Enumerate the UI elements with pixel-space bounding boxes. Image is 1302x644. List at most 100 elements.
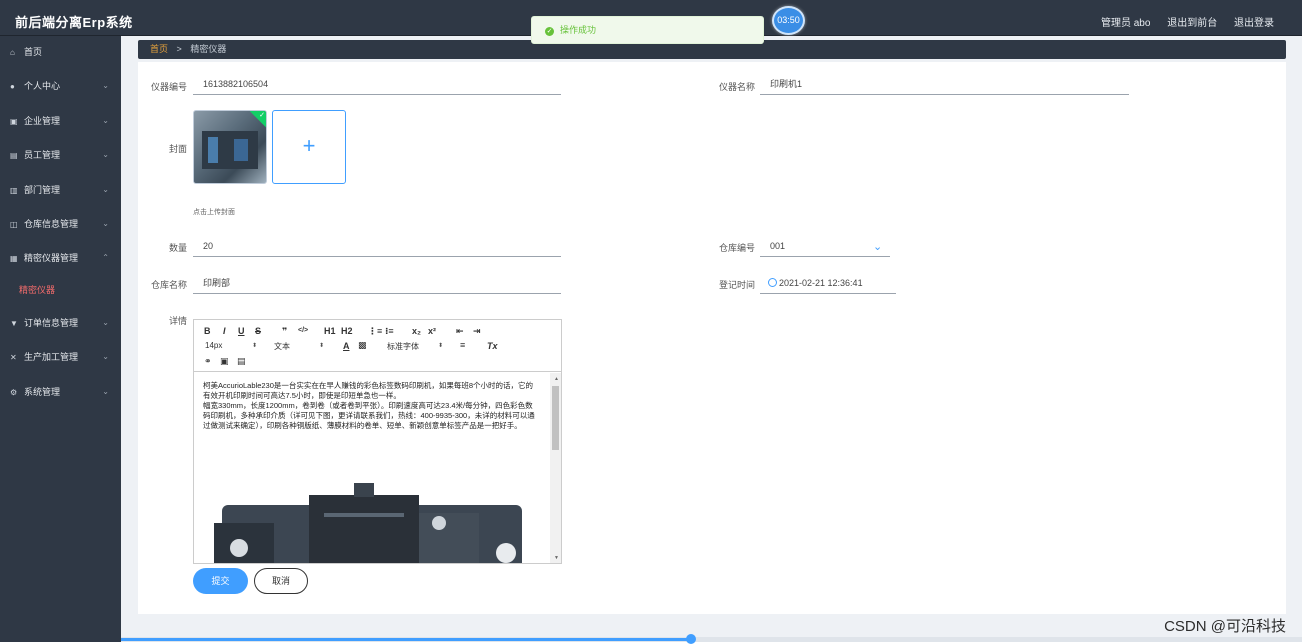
quantity-label: 数量: [168, 243, 187, 253]
quote-button[interactable]: ❞: [282, 326, 287, 337]
warehouse-no-label: 仓库编号: [718, 243, 755, 253]
align-left-icon[interactable]: ≡: [460, 340, 465, 350]
user-menu: 管理员 abo 退出到前台 退出登录: [1087, 14, 1274, 29]
toast-message: 操作成功: [560, 25, 597, 35]
chevron-down-icon: ⌄: [102, 184, 109, 194]
sidebar-item-enterprise[interactable]: ▣ 企业管理 ⌄: [0, 105, 121, 139]
check-icon: ✓: [259, 112, 265, 119]
video-icon[interactable]: ▤: [237, 356, 246, 367]
machine-detail: [208, 137, 218, 163]
settings-icon: ⚙: [10, 387, 18, 397]
cover-label: 封面: [168, 144, 187, 154]
copy-icon: ◫: [10, 219, 18, 229]
scroll-up-icon[interactable]: ▲: [554, 376, 559, 382]
editor-content[interactable]: 柯美AccurioLable230是一台实实在在早人赚钱的彩色标签数码印刷机，如…: [194, 373, 549, 563]
underline-button[interactable]: U: [238, 326, 245, 336]
sidebar-subitem-instrument[interactable]: 精密仪器: [0, 277, 121, 307]
editor-paragraph: 柯美AccurioLable230是一台实实在在早人赚钱的彩色标签数码印刷机，如…: [203, 381, 534, 400]
sidebar-item-order[interactable]: ▼ 订单信息管理 ⌄: [0, 307, 121, 341]
scroll-down-icon[interactable]: ▼: [554, 555, 559, 561]
ordered-list-button[interactable]: ⋮≡: [368, 326, 382, 337]
sidebar-item-label: 企业管理: [24, 115, 61, 126]
text-type-select[interactable]: 文本 ⬍: [274, 341, 329, 352]
bold-button[interactable]: B: [204, 326, 211, 336]
upload-add-button[interactable]: +: [272, 110, 346, 184]
success-toast: ✓ 操作成功: [531, 16, 764, 44]
sidebar-item-label: 仓库信息管理: [24, 218, 79, 229]
chevron-down-icon[interactable]: ⌄: [873, 240, 882, 253]
bottom-progress-bar[interactable]: [121, 634, 1302, 644]
logout-link[interactable]: 退出登录: [1234, 18, 1274, 29]
strike-button[interactable]: S: [255, 326, 261, 336]
editor-paragraph: 幅宽330mm，长度1200mm，卷到卷（或者卷到平张）。印刷速度高可达23.4…: [203, 401, 535, 430]
sidebar-item-label: 个人中心: [24, 81, 61, 92]
sidebar-item-home[interactable]: ⌂ 首页: [0, 36, 121, 70]
image-icon[interactable]: ▣: [220, 356, 229, 367]
app-title: 前后端分离Erp系统: [15, 15, 133, 30]
h2-button[interactable]: H2: [341, 326, 353, 336]
sidebar-item-system[interactable]: ⚙ 系统管理 ⌄: [0, 376, 121, 410]
sidebar-item-label: 首页: [24, 47, 43, 57]
bar-chart-icon: ▥: [10, 185, 18, 195]
font-color-button[interactable]: A: [343, 341, 350, 351]
instrument-no-input[interactable]: 1613882106504: [193, 75, 561, 95]
clear-format-button[interactable]: Tx: [487, 341, 498, 351]
h1-button[interactable]: H1: [324, 326, 336, 336]
chevron-down-icon: ⌄: [102, 81, 109, 91]
link-icon[interactable]: ⚭: [204, 356, 212, 367]
breadcrumb-home[interactable]: 首页: [150, 44, 168, 54]
progress-knob[interactable]: [686, 634, 696, 644]
factory-icon: ✕: [10, 353, 17, 363]
font-family-value: 标准字体: [387, 342, 419, 351]
font-family-select[interactable]: 标准字体 ⬍: [387, 341, 447, 352]
submit-button[interactable]: 提交: [193, 568, 248, 594]
warehouse-no-select[interactable]: 001: [760, 237, 890, 257]
code-button[interactable]: </>: [298, 327, 308, 334]
id-card-icon: ▤: [10, 151, 18, 161]
indent-in-button[interactable]: ⇥: [473, 326, 481, 337]
subscript-button[interactable]: x₂: [412, 326, 421, 336]
register-time-picker[interactable]: 2021-02-21 12:36:41: [760, 274, 896, 294]
indent-out-button[interactable]: ⇤: [456, 326, 464, 337]
rich-text-editor: B I U S ❞ </> H1 H2 ⋮≡ ⁝≡ x₂ x² ⇤ ⇥ 14px…: [193, 319, 562, 564]
instrument-name-input[interactable]: 印刷机1: [760, 75, 1129, 95]
instrument-icon: ▦: [10, 254, 18, 264]
sidebar-item-employee[interactable]: ▤ 员工管理 ⌄: [0, 139, 121, 173]
italic-button[interactable]: I: [223, 326, 226, 336]
chevron-down-icon: ⌄: [102, 352, 109, 362]
scrollbar-thumb[interactable]: [552, 386, 559, 450]
clock-icon: [768, 278, 777, 287]
chevron-down-icon: ⌄: [102, 150, 109, 160]
breadcrumb-separator: >: [176, 44, 182, 54]
chevron-down-icon: ⌄: [102, 218, 109, 228]
back-to-front-link[interactable]: 退出到前台: [1167, 18, 1217, 29]
background-color-icon[interactable]: ▩: [358, 340, 367, 351]
editor-toolbar: B I U S ❞ </> H1 H2 ⋮≡ ⁝≡ x₂ x² ⇤ ⇥ 14px…: [194, 320, 561, 372]
chevron-down-icon: ⌄: [102, 115, 109, 125]
timer-badge[interactable]: 03:50: [772, 6, 805, 35]
superscript-button[interactable]: x²: [428, 326, 436, 336]
cover-image[interactable]: ✓: [193, 110, 267, 184]
sidebar-item-warehouse[interactable]: ◫ 仓库信息管理 ⌄: [0, 208, 121, 242]
detail-label: 详情: [168, 316, 187, 326]
select-arrows-icon: ⬍: [319, 343, 325, 349]
sidebar-item-department[interactable]: ▥ 部门管理 ⌄: [0, 174, 121, 208]
success-icon: ✓: [545, 27, 554, 36]
select-arrows-icon: ⬍: [438, 343, 444, 349]
instrument-no-label: 仪器编号: [150, 82, 187, 92]
warehouse-name-input[interactable]: 印刷部: [193, 274, 561, 294]
sidebar-item-instrument[interactable]: ▦ 精密仪器管理 ⌃: [0, 242, 121, 276]
upload-hint: 点击上传封面: [193, 209, 235, 216]
sidebar-item-personal[interactable]: ● 个人中心 ⌄: [0, 70, 121, 104]
text-type-value: 文本: [274, 342, 290, 351]
cancel-button[interactable]: 取消: [254, 568, 308, 594]
font-size-select[interactable]: 14px ⬍: [205, 341, 260, 350]
user-name[interactable]: 管理员 abo: [1101, 18, 1150, 29]
building-icon: ▣: [10, 116, 18, 126]
machine-detail: [234, 139, 248, 161]
sidebar-item-label: 订单信息管理: [24, 317, 79, 328]
bullet-list-button[interactable]: ⁝≡: [385, 326, 394, 337]
printer-image: [214, 483, 522, 563]
sidebar: ⌂ 首页 ● 个人中心 ⌄ ▣ 企业管理 ⌄ ▤ 员工管理 ⌄ ▥ 部门管理 ⌄ ◫ 仓库信息管理 ⌄…: [0, 36, 121, 642]
sidebar-item-production[interactable]: ✕ 生产加工管理 ⌄: [0, 341, 121, 375]
